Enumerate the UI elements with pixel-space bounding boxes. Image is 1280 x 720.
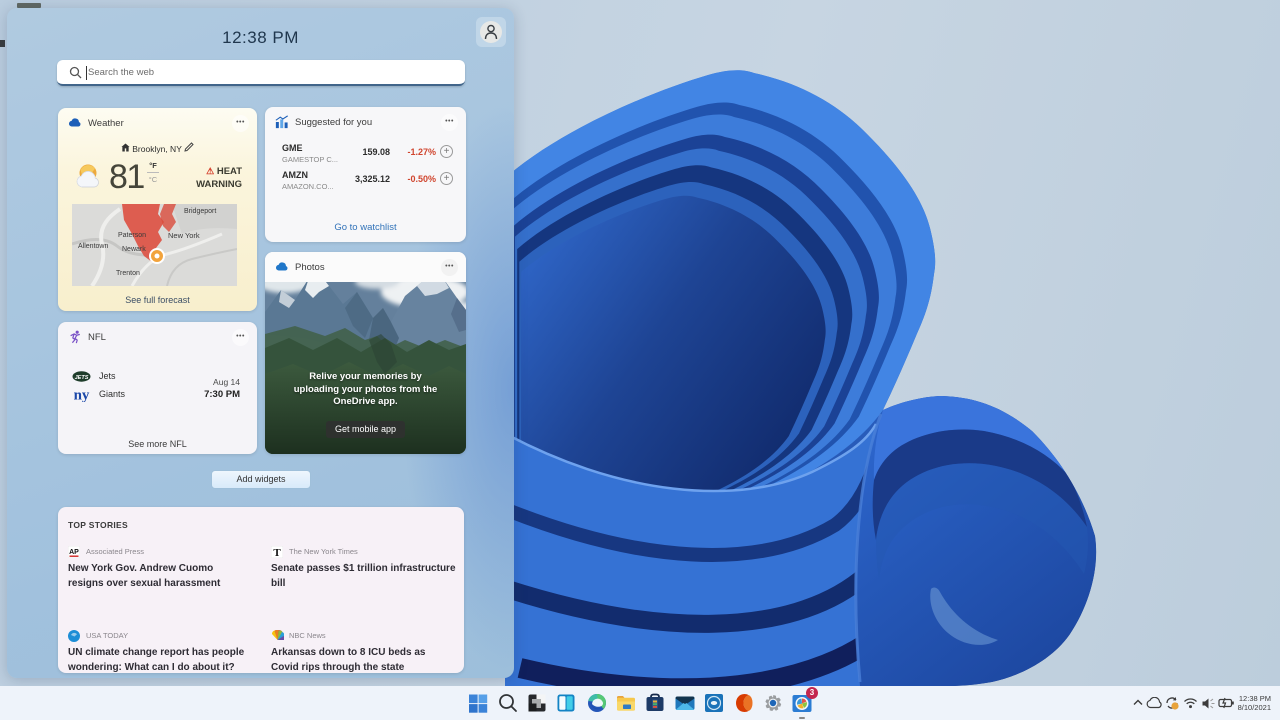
svg-text:Newark: Newark (122, 246, 146, 253)
svg-text:AP: AP (69, 549, 79, 556)
svg-text:T: T (273, 547, 281, 558)
svg-text:New York: New York (168, 231, 200, 240)
svg-text:Trenton: Trenton (116, 270, 140, 277)
svg-text:ny: ny (74, 387, 90, 402)
svg-text:JETS: JETS (75, 374, 89, 380)
svg-text:Bridgeport: Bridgeport (184, 208, 216, 215)
svg-text:Allentown: Allentown (78, 243, 108, 250)
svg-text:Paterson: Paterson (118, 232, 146, 239)
